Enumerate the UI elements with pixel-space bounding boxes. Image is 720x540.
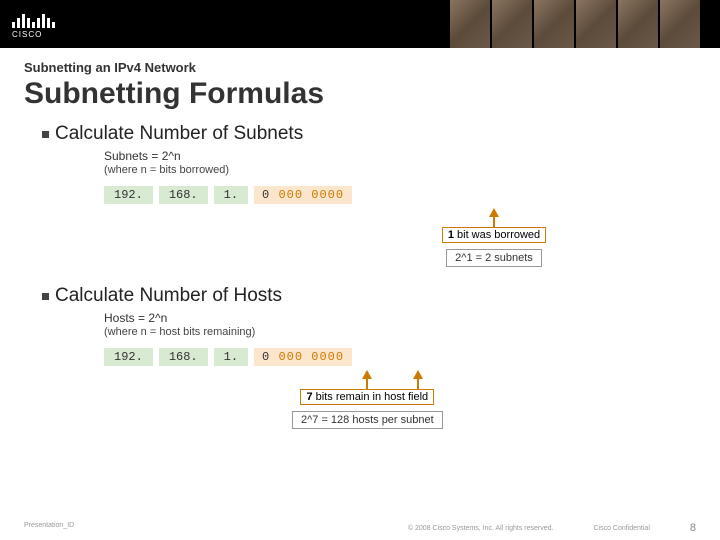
bullet-hosts: Calculate Number of Hosts — [42, 285, 696, 307]
annotation-label: bit was borrowed — [454, 229, 540, 241]
slide-content: Subnetting an IPv4 Network Subnetting Fo… — [0, 48, 720, 429]
formula-subnets: Subnets = 2^n — [104, 149, 696, 163]
arrow-up-icon — [489, 208, 499, 217]
formula-hosts-note: (where n = host bits remaining) — [104, 326, 696, 338]
footer-confidential: Cisco Confidential — [593, 525, 649, 532]
footer-copyright: © 2008 Cisco Systems, Inc. All rights re… — [408, 525, 554, 532]
bullet-square-icon — [42, 293, 49, 300]
cisco-logo-bars — [12, 10, 55, 28]
header-bar: CISCO — [0, 0, 720, 48]
octet-1: 192. — [104, 348, 153, 366]
octet-4: 0 000 0000 — [254, 348, 352, 366]
header-photo-strip — [450, 0, 700, 48]
host-bits: 000 0000 — [278, 188, 344, 202]
cisco-logo-text: CISCO — [12, 30, 42, 39]
formula-hosts: Hosts = 2^n — [104, 311, 696, 325]
octet-1: 192. — [104, 186, 153, 204]
octet-4: 0 000 0000 — [254, 186, 352, 204]
arrow-stem — [493, 217, 495, 227]
diagram-hosts: Hosts = 2^n (where n = host bits remaini… — [104, 311, 696, 429]
footer-left: Presentation_ID — [24, 522, 74, 534]
page-number: 8 — [690, 522, 696, 534]
bullet-square-icon — [42, 131, 49, 138]
network-bit: 0 — [262, 350, 270, 364]
bullet-text: Calculate Number of Subnets — [55, 123, 303, 145]
slide-title: Subnetting Formulas — [24, 77, 696, 111]
arrow-stem — [366, 379, 368, 389]
arrow-up-icon — [362, 370, 372, 379]
address-row-hosts: 192. 168. 1. 0 000 0000 — [104, 348, 696, 366]
arrow-stem — [417, 379, 419, 389]
formula-subnets-note: (where n = bits borrowed) — [104, 164, 696, 176]
diagram-subnets: Subnets = 2^n (where n = bits borrowed) … — [104, 149, 696, 267]
arrow-up-icon — [413, 370, 423, 379]
octet-3: 1. — [214, 348, 248, 366]
result-box-subnets: 2^1 = 2 subnets — [446, 249, 542, 267]
address-row-subnets: 192. 168. 1. 0 000 0000 — [104, 186, 696, 204]
result-box-hosts: 2^7 = 128 hosts per subnet — [292, 411, 443, 429]
slide-footer: Presentation_ID © 2008 Cisco Systems, In… — [0, 522, 720, 534]
annotation-box-hosts: 7 bits remain in host field — [300, 389, 434, 405]
annotation-box-subnets: 1 bit was borrowed — [442, 227, 546, 243]
annotation-arrow-subnets: 1 bit was borrowed 2^1 = 2 subnets — [292, 204, 696, 267]
borrowed-bit: 0 — [262, 188, 270, 202]
bullet-subnets: Calculate Number of Subnets — [42, 123, 696, 145]
annotation-label: bits remain in host field — [313, 391, 429, 403]
bullet-text: Calculate Number of Hosts — [55, 285, 282, 307]
host-bits: 000 0000 — [278, 350, 344, 364]
octet-2: 168. — [159, 348, 208, 366]
cisco-logo: CISCO — [12, 10, 55, 39]
octet-3: 1. — [214, 186, 248, 204]
pretitle: Subnetting an IPv4 Network — [24, 60, 696, 75]
octet-2: 168. — [159, 186, 208, 204]
annotation-arrow-hosts-2 — [413, 366, 423, 389]
